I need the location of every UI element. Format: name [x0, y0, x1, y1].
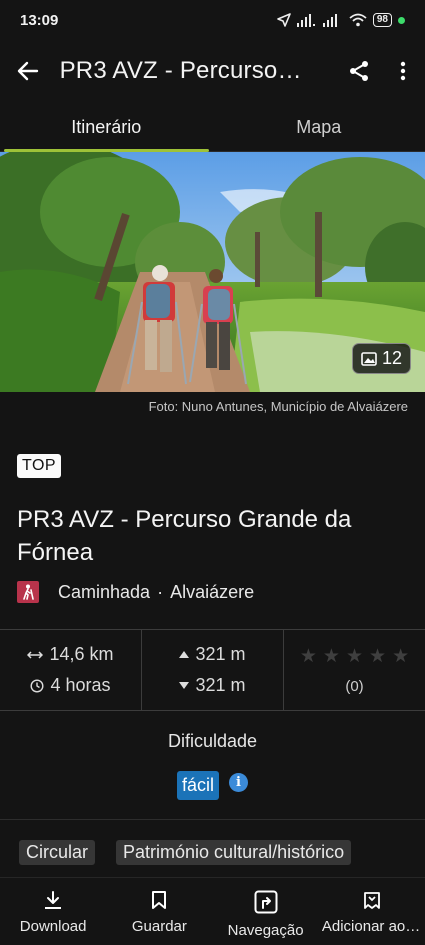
- download-label: Download: [19, 918, 87, 935]
- stats-rating[interactable]: ★ ★ ★ ★ ★ (0): [283, 630, 425, 710]
- region-name: Alvaiázere: [170, 581, 255, 602]
- meta-separator: ·: [157, 581, 164, 602]
- page-title: PR3 AVZ - Percurso…: [59, 57, 302, 84]
- distance-value: 14,6 km: [49, 644, 114, 664]
- hiking-icon: [17, 581, 39, 603]
- stats-distance-duration: 14,6 km 4 horas: [0, 630, 141, 710]
- info-icon[interactable]: i: [229, 773, 248, 792]
- save-button[interactable]: Guardar: [106, 878, 212, 945]
- add-to-list-icon: [363, 892, 380, 909]
- navigation-button[interactable]: Navegação: [213, 878, 319, 945]
- share-button[interactable]: [338, 43, 382, 99]
- difficulty-badge: fácil: [176, 771, 219, 800]
- tag-chip: Património cultural/histórico: [116, 840, 352, 865]
- tab-mapa[interactable]: Mapa: [213, 104, 425, 151]
- share-icon: [350, 61, 369, 81]
- difficulty-row: fácil i: [0, 771, 425, 800]
- back-button[interactable]: [0, 43, 56, 99]
- wifi-icon: [349, 13, 367, 27]
- navigation-icon: [254, 890, 278, 914]
- activity-type: Caminhada: [58, 581, 151, 602]
- download-button[interactable]: Download: [0, 878, 106, 945]
- difficulty-label: Dificuldade: [167, 731, 258, 751]
- stats-elevation: 321 m 321 m: [141, 630, 283, 710]
- clock-icon: [30, 678, 44, 693]
- ascent-stat: 321 m: [179, 644, 246, 665]
- ascent-triangle-icon: [179, 651, 190, 658]
- more-options-button[interactable]: [381, 43, 425, 99]
- download-icon: [45, 891, 62, 909]
- back-arrow-icon: [17, 61, 38, 81]
- star-icon: ★: [392, 646, 410, 667]
- star-icon: ★: [369, 646, 387, 667]
- route-meta: Caminhada · Alvaiázere: [17, 581, 254, 603]
- star-icon: ★: [299, 646, 317, 667]
- route-title: PR3 AVZ - Percurso Grande da Fórnea: [17, 506, 352, 566]
- tab-bar: Itinerário Mapa: [0, 104, 425, 152]
- descent-triangle-icon: [179, 682, 190, 689]
- tag-chip: Circular: [19, 840, 96, 865]
- add-to-list-button[interactable]: Adicionar ao …: [319, 878, 425, 945]
- tag-list: Circular Património cultural/histórico: [19, 840, 352, 865]
- rating-count: (0): [345, 678, 364, 695]
- rating-stars: ★ ★ ★ ★ ★: [300, 645, 409, 668]
- add-to-list-label: Adicionar ao …: [321, 918, 422, 935]
- ascent-value: 321 m: [195, 644, 246, 664]
- duration-value: 4 horas: [50, 675, 111, 695]
- navigation-label: Navegação: [227, 922, 304, 939]
- save-label: Guardar: [131, 918, 187, 935]
- star-icon: ★: [345, 646, 364, 667]
- descent-value: 321 m: [195, 675, 246, 695]
- status-icons: 98: [277, 13, 405, 27]
- descent-stat: 321 m: [179, 675, 246, 696]
- hero-photo[interactable]: 12: [0, 152, 425, 392]
- bookmark-icon: [152, 891, 167, 909]
- stats-panel: 14,6 km 4 horas 321 m 321 m ★ ★ ★ ★ ★ (0…: [0, 629, 425, 711]
- photo-count-value: 12: [381, 348, 402, 368]
- photo-gallery-count[interactable]: 12: [351, 343, 411, 374]
- status-time: 13:09: [20, 11, 59, 29]
- duration-stat: 4 horas: [30, 675, 111, 696]
- signal-icon: [322, 14, 337, 27]
- battery-indicator: 98: [372, 13, 392, 27]
- image-icon: [361, 351, 377, 366]
- location-arrow-icon: [277, 13, 291, 27]
- star-icon: ★: [322, 646, 340, 667]
- photo-credit: Foto: Nuno Antunes, Município de Alvaiáz…: [148, 399, 408, 414]
- distance-arrows-icon: [27, 650, 44, 659]
- signal-icon: [296, 14, 315, 27]
- more-vertical-icon: [400, 61, 406, 81]
- bottom-action-bar: Download Guardar Navegação Adicionar ao …: [0, 877, 425, 945]
- status-bar: 13:09 98: [0, 0, 425, 40]
- distance-stat: 14,6 km: [27, 644, 114, 665]
- app-bar: PR3 AVZ - Percurso…: [0, 40, 425, 102]
- privacy-dot: [398, 16, 405, 24]
- section-divider: [0, 819, 425, 820]
- top-badge: TOP: [17, 454, 62, 478]
- tab-itinerario[interactable]: Itinerário: [0, 104, 213, 152]
